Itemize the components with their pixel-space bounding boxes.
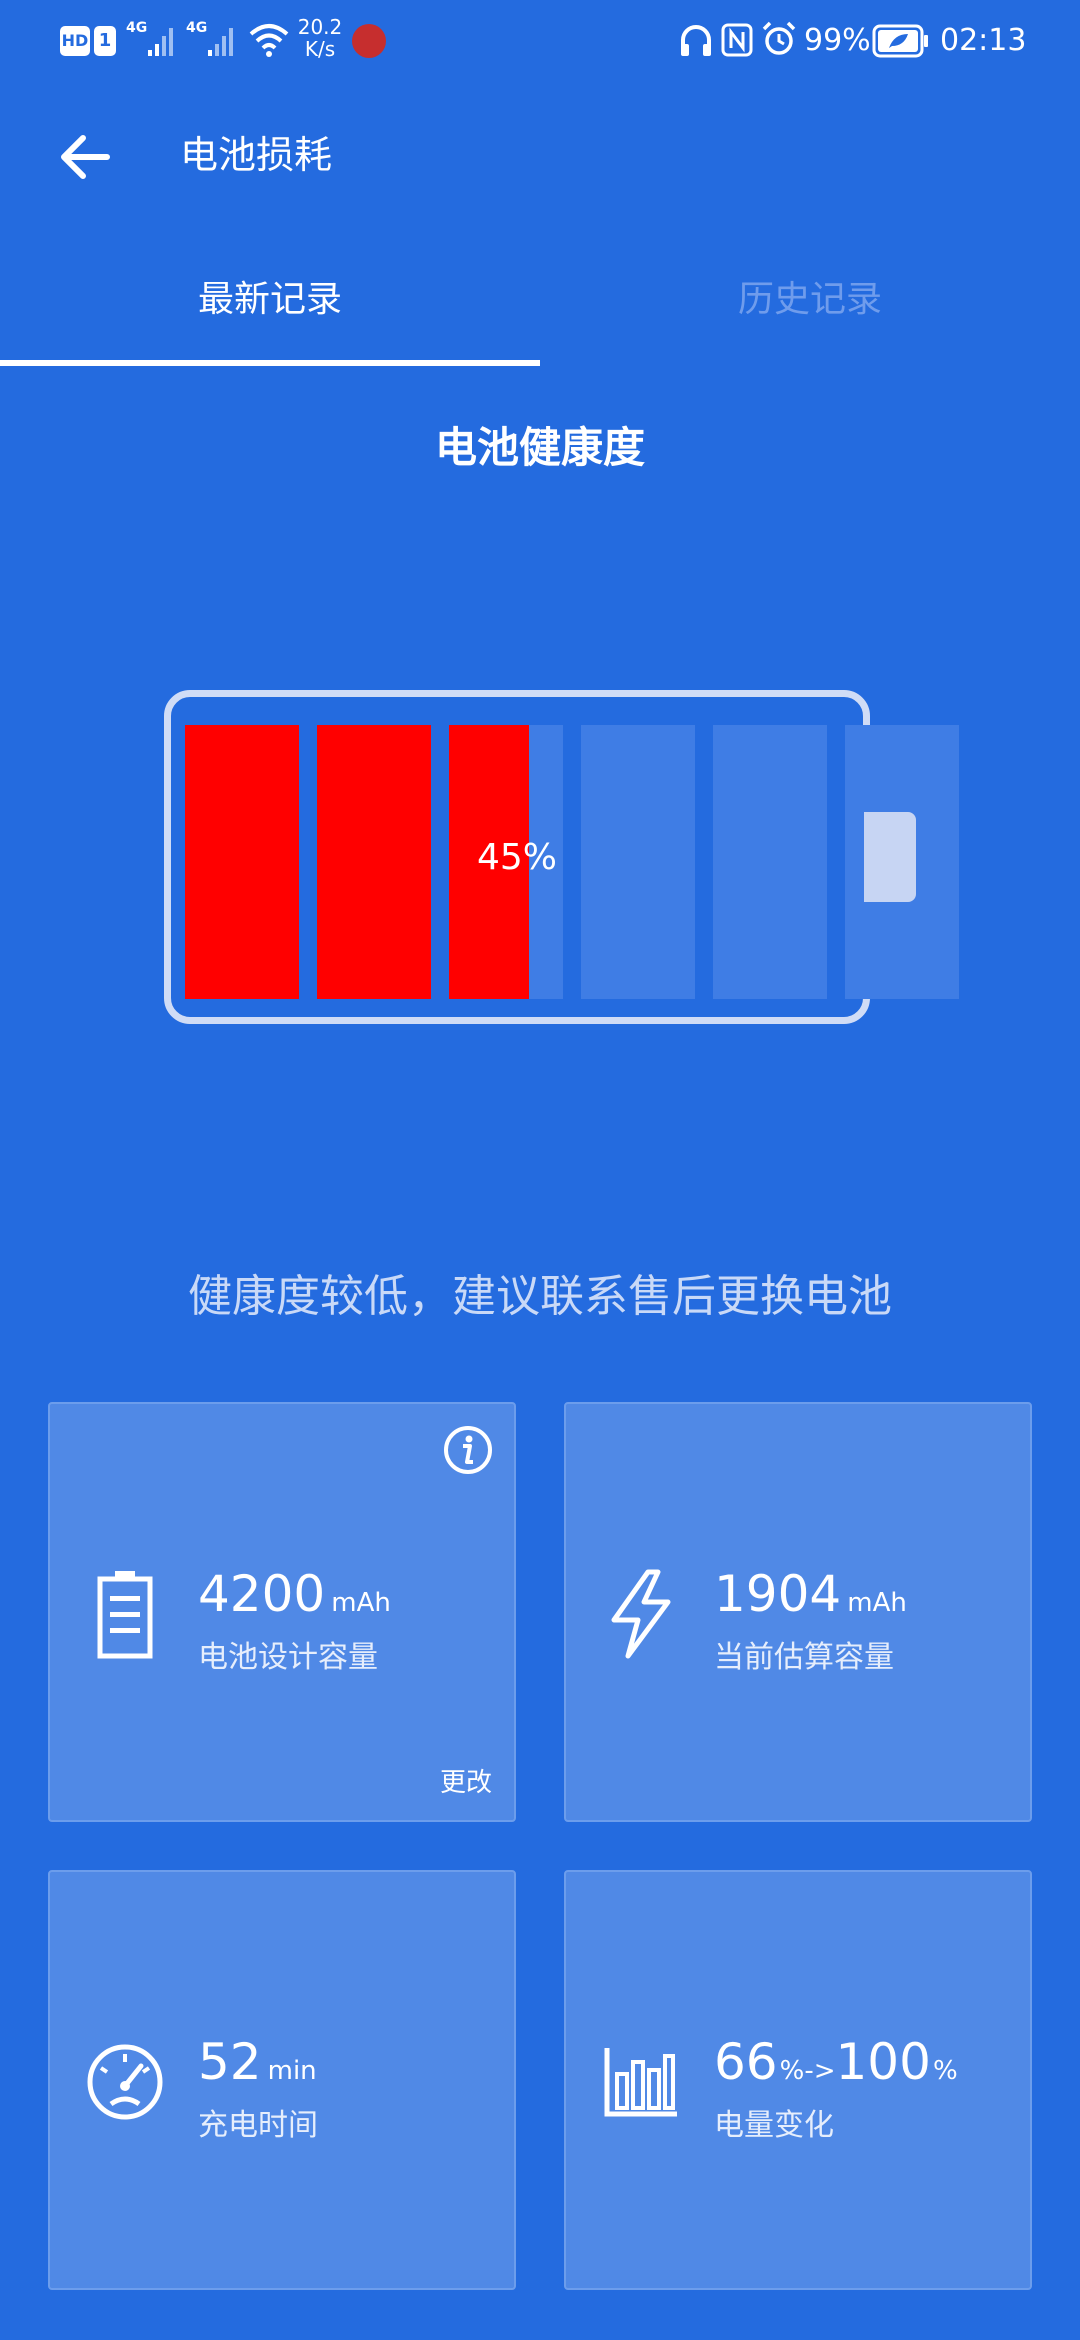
estimated-capacity-value: 1904 mAh (714, 1564, 907, 1633)
app-notification-icon (352, 24, 386, 58)
tab-indicator (0, 360, 540, 366)
battery-health-graphic: 45% (164, 690, 959, 1024)
level-change-label: 电量变化 (714, 2108, 834, 2143)
design-capacity-label: 电池设计容量 (198, 1640, 378, 1675)
change-capacity-link[interactable]: 更改 (440, 1766, 492, 1800)
battery-status-icon (872, 24, 930, 58)
signal-icon: 4G (126, 20, 178, 60)
sim-badge: 1 (94, 26, 116, 56)
tab-history-records[interactable]: 历史记录 (540, 270, 1080, 360)
battery-outline-icon (80, 1564, 170, 1664)
card-charge-time: 52 min 充电时间 (48, 1870, 516, 2290)
value-number: 4200 (198, 1565, 326, 1623)
info-icon[interactable] (442, 1424, 494, 1476)
status-bar: HD 1 4G 4G 20.2 K/s 99% 02:13 (0, 0, 1080, 84)
value-number: 1904 (714, 1565, 842, 1623)
headphones-icon (678, 22, 714, 58)
speed-value: 20.2 (297, 15, 343, 39)
battery-percent: 99% (804, 23, 871, 58)
value-unit: mAh (331, 1588, 391, 1618)
health-advice: 健康度较低，建议联系售后更换电池 (188, 1271, 892, 1322)
card-design-capacity: 4200 mAh 电池设计容量 更改 (48, 1402, 516, 1822)
signal-icon: 4G (186, 20, 238, 60)
level-from: 66 (714, 2033, 778, 2091)
network-speed: 20.2 K/s (290, 16, 350, 60)
design-capacity-value: 4200 mAh (198, 1564, 391, 1633)
value-unit: mAh (847, 1588, 907, 1618)
level-from-unit: %-> (779, 2056, 836, 2086)
card-estimated-capacity: 1904 mAh 当前估算容量 (564, 1402, 1032, 1822)
sim-text: 1 (98, 30, 112, 51)
value-unit: min (267, 2056, 317, 2086)
lightning-icon (596, 1564, 686, 1664)
section-title: 电池健康度 (434, 423, 645, 472)
estimated-capacity-label: 当前估算容量 (714, 1640, 894, 1675)
battery-cap (864, 812, 916, 902)
alarm-icon (760, 20, 798, 58)
speed-unit: K/s (304, 37, 336, 61)
arrow-left-icon (61, 135, 110, 179)
card-level-change: 66%->100% 电量变化 (564, 1870, 1032, 2290)
value-number: 52 (198, 2033, 262, 2091)
tab-latest-records[interactable]: 最新记录 (0, 270, 540, 360)
speedometer-icon (80, 2032, 170, 2132)
charge-time-label: 充电时间 (198, 2108, 318, 2143)
nfc-icon (720, 22, 754, 58)
bar-chart-icon (596, 2032, 686, 2132)
back-button[interactable] (40, 112, 130, 202)
level-change-value: 66%->100% (714, 2032, 958, 2101)
wifi-icon (248, 20, 290, 60)
level-to: 100 (835, 2033, 931, 2091)
clock: 02:13 (940, 23, 1027, 58)
level-to-unit: % (932, 2056, 958, 2086)
hd-text: HD (61, 31, 89, 50)
charge-time-value: 52 min (198, 2032, 317, 2101)
battery-health-percent: 45% (476, 836, 557, 878)
page-title: 电池损耗 (180, 133, 333, 177)
hd-badge: HD (60, 26, 90, 56)
